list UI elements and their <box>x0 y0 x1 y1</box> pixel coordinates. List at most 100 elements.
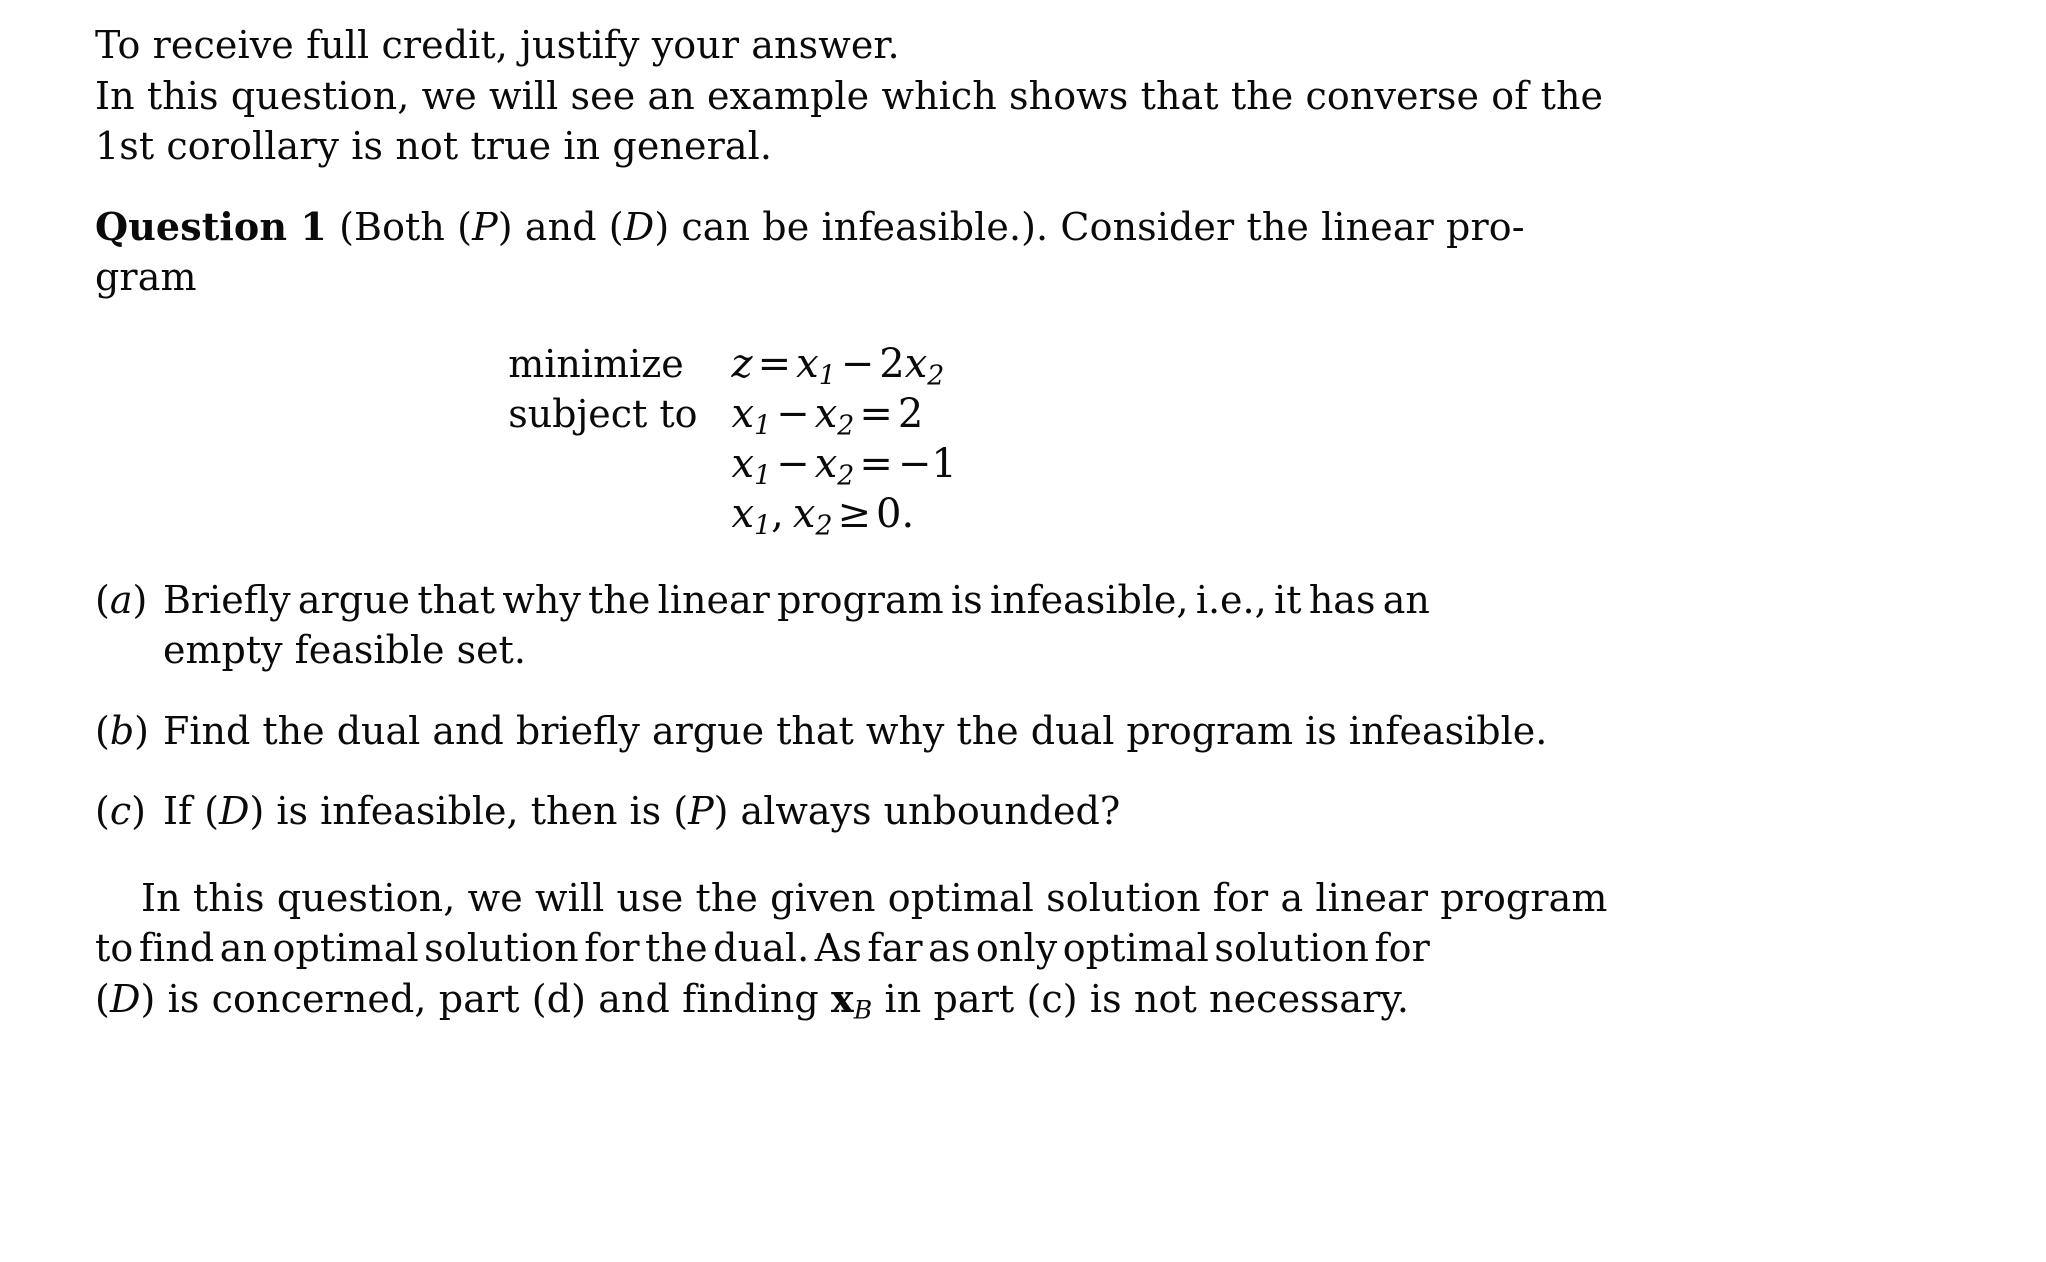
objective-term1-var: x <box>796 340 819 387</box>
item-c-line-1: If (D) is infeasible, then is (P) always… <box>163 786 1430 837</box>
closing-bold-x: x <box>831 975 854 1021</box>
list-item: (c) If (D) is infeasible, then is (P) al… <box>95 786 1430 837</box>
item-b-label: (b) <box>95 706 159 757</box>
c2-sub2: 2 <box>837 460 855 491</box>
spacer-after-item-a <box>95 676 1430 706</box>
closing-var-d: D <box>109 976 141 1021</box>
item-a-paren-open: ( <box>95 577 110 622</box>
spacer-after-intro <box>95 172 1430 202</box>
item-a-letter: a <box>109 577 133 622</box>
math-nonnegativity-expression: x1, x2 ≥0. <box>732 489 957 539</box>
closing-w7: the <box>645 926 708 970</box>
objective-term1-sub: 1 <box>818 360 836 391</box>
objective-lhs: z <box>731 340 753 387</box>
c2-operator: − <box>776 440 810 487</box>
item-c-mid: ) is infeasible, then is ( <box>249 789 689 833</box>
item-a-w11: it <box>1274 577 1302 622</box>
item-c-pre: If ( <box>163 789 219 833</box>
objective-term2-sub: 2 <box>927 360 945 391</box>
closing-w5: solution <box>424 926 579 970</box>
closing-w14: solution <box>1214 926 1369 970</box>
intro-line-1: To receive full credit, justify your ans… <box>95 23 900 67</box>
math-constraint-2-expression: x1− x2 = −1 <box>732 439 957 489</box>
item-c-var-p: P <box>688 789 714 833</box>
math-label-empty-1 <box>508 439 731 489</box>
intro-line-2: In this question, we will see an example… <box>95 73 1604 118</box>
spacer-before-closing <box>95 837 1430 873</box>
math-label-empty-2 <box>508 489 731 539</box>
nn-relation: ≥ <box>837 490 872 537</box>
question-var-d: D <box>623 204 655 249</box>
math-label-subject-to: subject to <box>508 391 698 436</box>
math-objective-expression: z = x1−2x2 <box>732 339 957 389</box>
closing-w2: find <box>138 926 215 970</box>
closing-w8: dual. <box>713 926 810 970</box>
item-a-w9: infeasible, <box>989 577 1189 622</box>
intro-line-3: 1st corollary is not true in general. <box>95 124 773 168</box>
c2-equals: = <box>859 440 893 487</box>
objective-equals: = <box>757 340 792 387</box>
question-paragraph: Question 1 (Both (P) and (D) can be infe… <box>95 202 1525 303</box>
item-a-w12: has <box>1308 577 1376 622</box>
c1-var1: x <box>731 390 755 437</box>
closing-line-3: (D) is concerned, part (d) and finding x… <box>95 974 1430 1025</box>
closing-w6: for <box>584 926 640 970</box>
item-a-w6: linear <box>657 577 770 622</box>
math-row-nonnegativity: x1, x2 ≥0. <box>508 489 957 539</box>
display-math-block: minimize z = x1−2x2 subject to x1− x2 = 2 x1−… <box>95 339 1430 539</box>
closing-sub-b: B <box>853 995 873 1025</box>
question-var-p: P <box>472 204 498 249</box>
item-a-w4: why <box>502 577 581 622</box>
closing-vector-xb: xB <box>831 975 873 1025</box>
item-a-w5: the <box>588 577 651 622</box>
nn-sub1: 1 <box>754 510 772 541</box>
item-c-letter: c <box>109 789 132 833</box>
item-b-paren-close: ) <box>134 708 149 753</box>
list-item: (a) Briefly argue that why the linear pr… <box>95 575 1430 676</box>
question-line-2: gram <box>95 255 197 299</box>
objective-operator: − <box>840 340 875 387</box>
math-rows: minimize z = x1−2x2 subject to x1− x2 = 2 x1−… <box>508 339 957 539</box>
spacer-before-math <box>95 303 1430 339</box>
text-body: To receive full credit, justify your ans… <box>95 20 1607 1025</box>
closing-w3: an <box>219 926 268 970</box>
question-title-part1: (Both ( <box>326 204 473 249</box>
math-row-constraint-2: x1− x2 = −1 <box>508 439 957 489</box>
item-a-w3: that <box>417 577 495 622</box>
c1-sub2: 2 <box>837 410 855 441</box>
intro-paragraph: To receive full credit, justify your ans… <box>95 20 1604 172</box>
document-page: To receive full credit, justify your ans… <box>0 0 2046 1262</box>
item-a-w1: Briefly <box>163 577 291 622</box>
item-c-label: (c) <box>95 786 159 837</box>
c1-operator: − <box>776 390 810 437</box>
closing-w9: As <box>814 926 862 970</box>
c1-sub1: 1 <box>754 410 772 441</box>
constraint1-expr: x1− x2 = 2 <box>731 390 924 439</box>
item-a-label: (a) <box>95 575 159 626</box>
item-a-line-1: Briefly argue that why the linear progra… <box>163 575 1430 626</box>
item-a-line-2: empty feasible set. <box>163 628 526 672</box>
item-a-paren-close: ) <box>132 577 148 622</box>
objective-expr: z = x1−2x2 <box>731 340 945 389</box>
math-row-constraint-1: subject to x1− x2 = 2 <box>508 389 957 439</box>
objective-term2-coef: 2 <box>879 340 905 387</box>
nonneg-expr: x1, x2 ≥0. <box>732 490 915 539</box>
question-heading: Question 1 <box>95 203 327 249</box>
question-title-part3: ) can be infeasible.). Consider the line… <box>654 204 1525 249</box>
nn-rhs: 0. <box>876 490 915 537</box>
nn-var2: x <box>792 490 816 537</box>
item-c-paren-open: ( <box>95 789 110 833</box>
item-a-w8: is <box>950 577 983 622</box>
constraint2-expr: x1− x2 = −1 <box>731 440 957 489</box>
closing-w10: far <box>867 926 923 970</box>
item-a-w2: argue <box>297 577 410 622</box>
c2-var1: x <box>731 440 755 487</box>
nn-sub2: 2 <box>815 510 833 541</box>
closing-post: in part (c) is not necessary. <box>872 976 1410 1021</box>
closing-w12: only <box>975 926 1058 970</box>
closing-paren-open: ( <box>95 976 110 1021</box>
item-c-var-d: D <box>218 789 250 833</box>
closing-w11: as <box>928 926 971 970</box>
closing-line-1-text: In this question, we will use the given … <box>141 875 1608 920</box>
math-row-objective: minimize z = x1−2x2 <box>508 339 957 389</box>
